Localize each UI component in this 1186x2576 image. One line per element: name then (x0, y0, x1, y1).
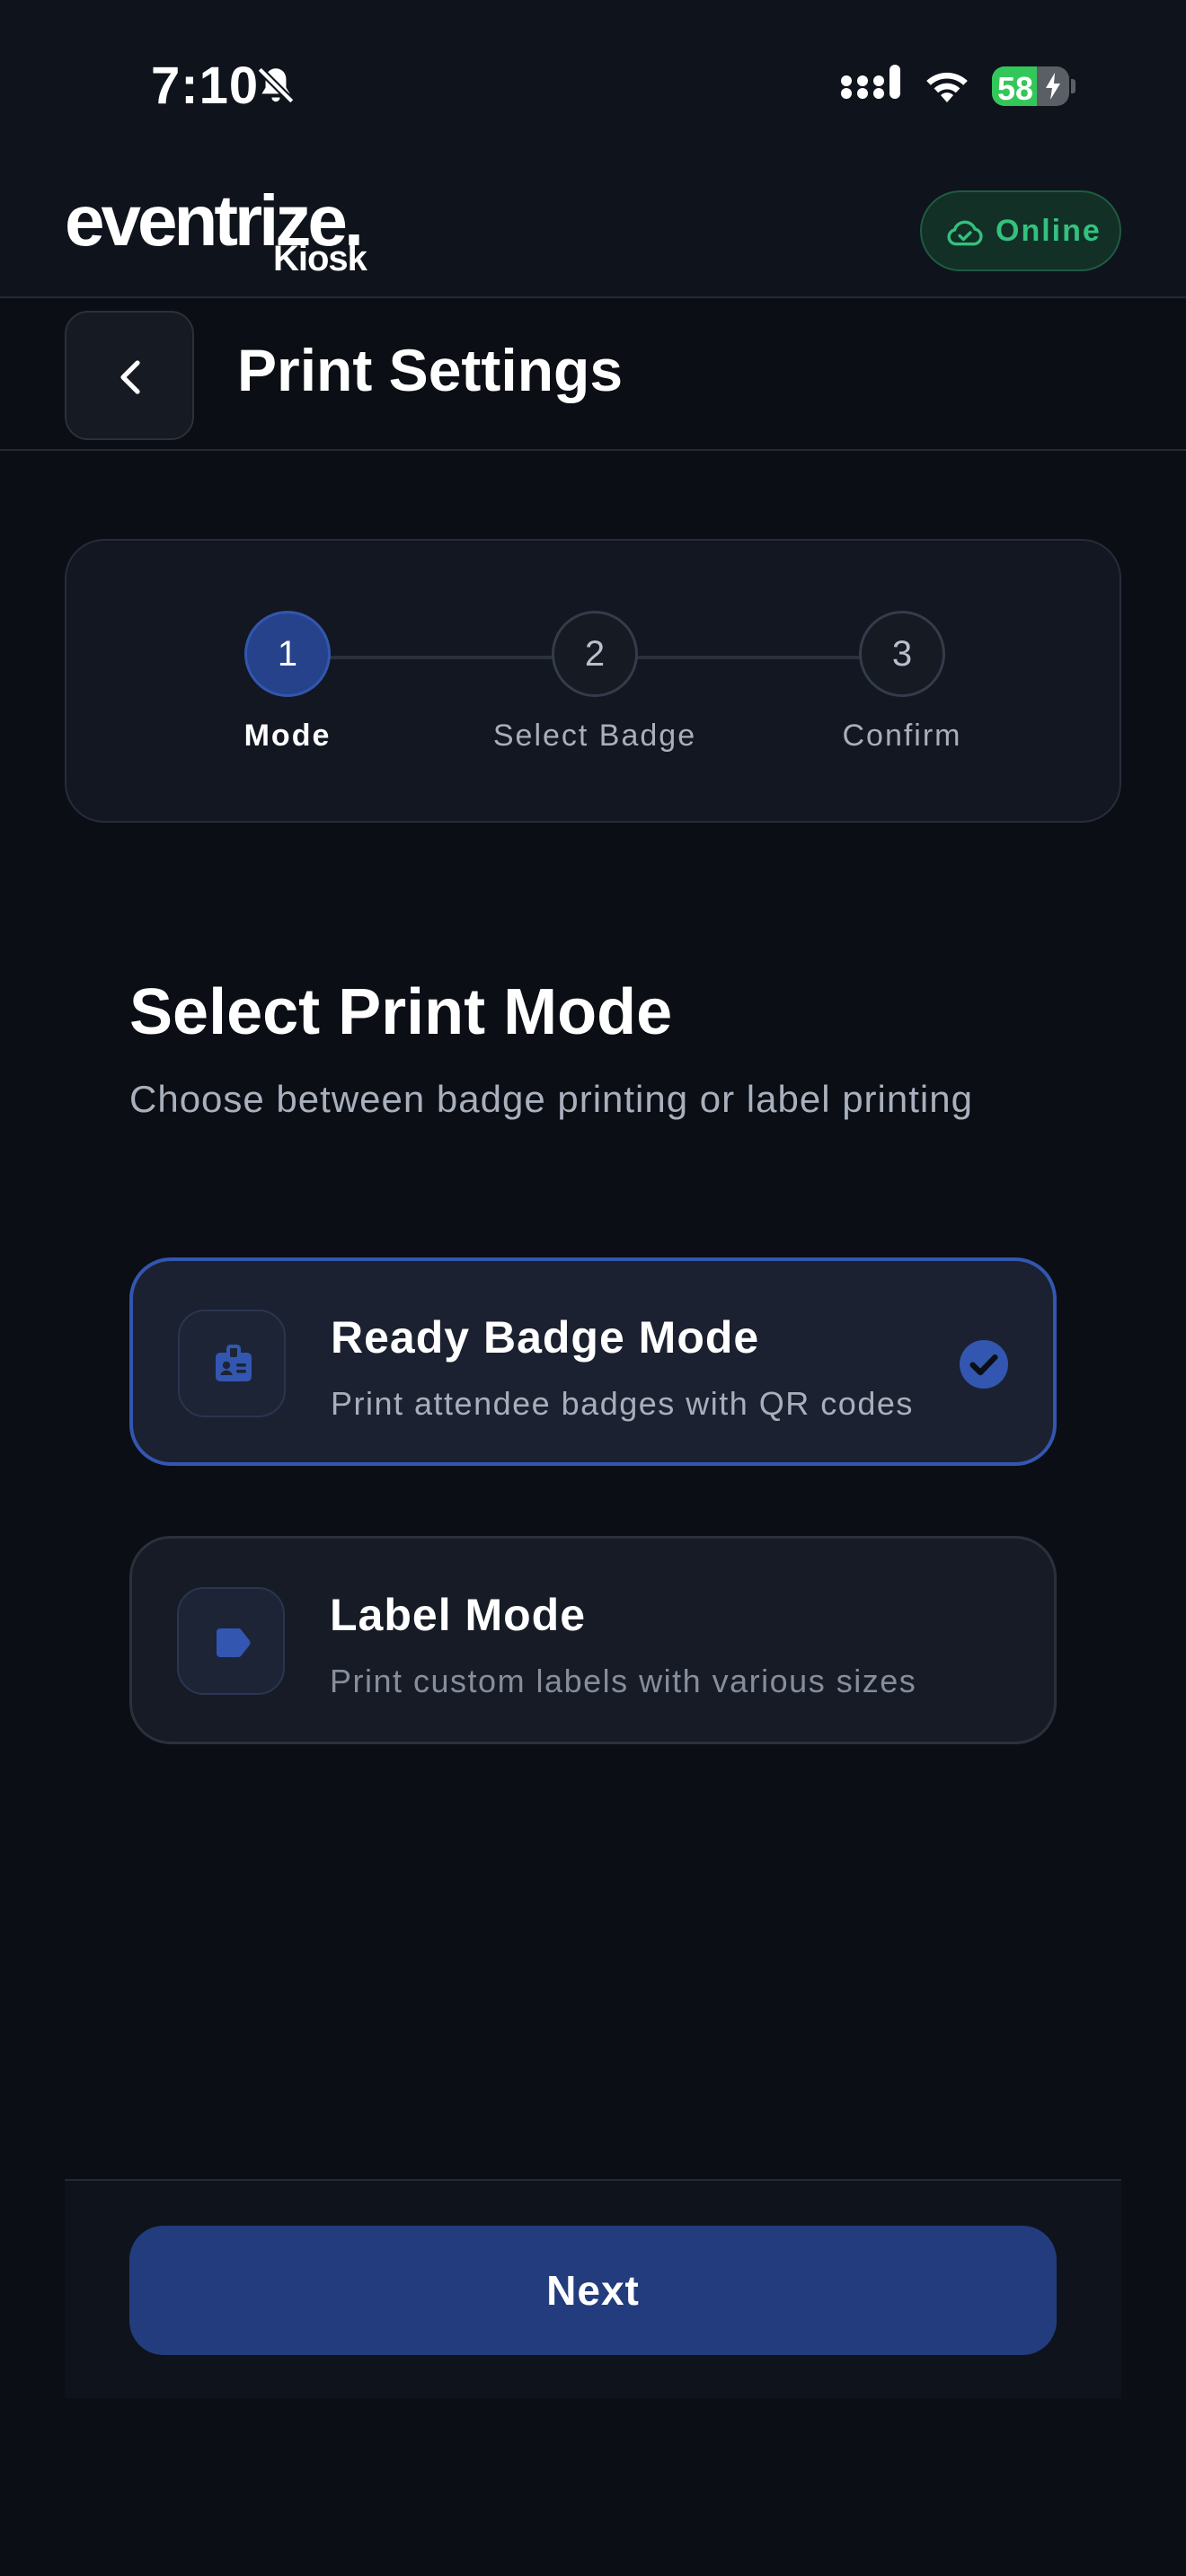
battery-percent: 58 (997, 70, 1034, 106)
section-title: Select Print Mode (129, 976, 673, 1048)
step-label: Select Badge (492, 719, 697, 753)
option-title: Label Mode (330, 1590, 587, 1640)
footer-bar: Next (65, 2179, 1121, 2398)
next-button[interactable]: Next (129, 2226, 1057, 2355)
option-title: Ready Badge Mode (331, 1312, 760, 1363)
logo-kiosk-text: Kiosk (273, 239, 367, 278)
online-status-badge: Online (920, 190, 1121, 271)
step-select-badge: 2 Select Badge (478, 611, 712, 790)
title-bar: Print Settings (0, 300, 1186, 451)
option-description: Print attendee badges with QR codes (331, 1385, 914, 1422)
cellular-signal-icon (841, 65, 900, 99)
battery-nub (1071, 79, 1075, 93)
step-label: Mode (243, 719, 332, 753)
step-number: 1 (244, 611, 331, 697)
chevron-left-icon (120, 360, 140, 394)
id-badge-icon (216, 1345, 252, 1381)
cloud-check-icon (947, 220, 983, 246)
step-label: Confirm (842, 719, 962, 753)
back-button[interactable] (65, 311, 194, 440)
option-description: Print custom labels with various sizes (330, 1663, 917, 1699)
bolt-icon (1046, 73, 1060, 100)
step-confirm: 3 Confirm (785, 611, 1019, 790)
tag-icon (217, 1628, 251, 1657)
label-mode-option[interactable]: Label Mode Print custom labels with vari… (129, 1536, 1057, 1744)
bell-slash-icon (257, 66, 295, 104)
brand-header: eventrize. Kiosk Online (0, 171, 1186, 298)
online-status-label: Online (996, 214, 1102, 248)
step-number: 3 (859, 611, 945, 697)
check-circle-icon (960, 1340, 1008, 1389)
step-number: 2 (552, 611, 638, 697)
section-subtitle: Choose between badge printing or label p… (129, 1078, 973, 1120)
step-mode: 1 Mode (171, 611, 404, 790)
progress-stepper: 1 Mode 2 Select Badge 3 Confirm (65, 539, 1121, 823)
wifi-icon (926, 72, 968, 102)
status-time: 7:10 (151, 57, 260, 115)
battery-body: 58 (992, 66, 1069, 106)
status-bar: 7:10 58 (0, 0, 1186, 171)
page-title: Print Settings (237, 337, 624, 403)
option-icon-container (177, 1587, 285, 1695)
ready-badge-mode-option[interactable]: Ready Badge Mode Print attendee badges w… (129, 1257, 1057, 1466)
battery-charging-icon: 58 (992, 66, 1075, 106)
print-settings-screen: 7:10 58 eventrize. Kiosk Online Print Se… (0, 0, 1186, 2576)
option-icon-container (178, 1310, 286, 1417)
